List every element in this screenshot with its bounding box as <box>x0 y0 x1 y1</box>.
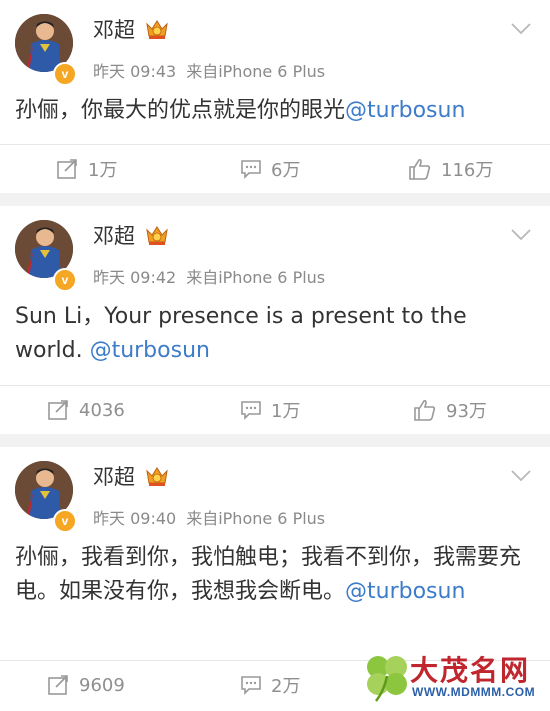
post-text: 孙俪，你最大的优点就是你的眼光 <box>15 98 346 123</box>
verified-badge: v <box>53 268 77 292</box>
repost-count: 4036 <box>79 399 125 421</box>
like-button[interactable]: 93万 <box>413 386 487 434</box>
comment-count: 2万 <box>271 676 301 697</box>
post-content: Sun Li，Your presence is a present to the… <box>0 300 550 368</box>
weibo-post[interactable]: v 邓超 昨天 09:42 来自iPhone 6 Plus Sun Li，Your… <box>0 206 550 434</box>
action-bar: 4036 1万 93万 <box>0 385 550 434</box>
comment-button[interactable]: 1万 <box>240 386 300 434</box>
comment-count: 6万 <box>271 160 301 181</box>
mention-link[interactable]: @turbosun <box>90 338 210 363</box>
site-watermark: 大茂名网 WWW.MDMMM.COM <box>362 651 550 705</box>
like-icon <box>409 158 431 180</box>
author-name[interactable]: 邓超 <box>93 461 135 491</box>
repost-icon <box>48 400 68 420</box>
repost-count: 9609 <box>79 674 125 696</box>
crown-badge-icon <box>146 20 168 39</box>
post-meta: 昨天 09:40 来自iPhone 6 Plus <box>93 505 325 529</box>
comment-button[interactable]: 2万 <box>240 661 300 709</box>
chevron-down-icon[interactable] <box>510 22 532 36</box>
watermark-title: 大茂名网 <box>410 654 531 687</box>
post-content: 孙俪，我看到你，我怕触电；我看不到你，我需要充电。如果没有你，我想我会断电。@t… <box>0 541 550 609</box>
crown-badge-icon <box>146 467 168 486</box>
post-meta: 昨天 09:43 来自iPhone 6 Plus <box>93 58 325 82</box>
mention-link[interactable]: @turbosun <box>345 579 465 604</box>
weibo-post[interactable]: v 邓超 昨天 09:43 来自iPhone 6 Plus 孙俪，你最大的优点就是… <box>0 0 550 193</box>
author-name[interactable]: 邓超 <box>93 14 135 44</box>
post-time: 昨天 09:42 <box>93 268 177 287</box>
post-meta: 昨天 09:42 来自iPhone 6 Plus <box>93 264 325 288</box>
post-time: 昨天 09:40 <box>93 509 177 528</box>
crown-badge-icon <box>146 226 168 245</box>
like-count: 93万 <box>446 401 487 422</box>
post-source: 来自iPhone 6 Plus <box>186 62 326 81</box>
chevron-down-icon[interactable] <box>510 228 532 242</box>
like-icon <box>414 399 436 421</box>
repost-count: 1万 <box>88 160 118 181</box>
clover-logo-icon <box>367 656 407 702</box>
repost-icon <box>48 675 68 695</box>
like-button[interactable]: 116万 <box>408 145 493 193</box>
mention-link[interactable]: @turbosun <box>345 98 465 123</box>
repost-button[interactable]: 9609 <box>48 661 125 709</box>
comment-icon <box>241 160 261 179</box>
verified-badge: v <box>53 62 77 86</box>
post-text: Sun Li，Your presence is a present to the… <box>15 304 467 363</box>
comment-count: 1万 <box>271 401 301 422</box>
repost-button[interactable]: 1万 <box>57 145 117 193</box>
chevron-down-icon[interactable] <box>510 469 532 483</box>
comment-button[interactable]: 6万 <box>240 145 300 193</box>
post-time: 昨天 09:43 <box>93 62 177 81</box>
action-bar: 1万 6万 116万 <box>0 144 550 193</box>
post-source: 来自iPhone 6 Plus <box>186 509 326 528</box>
comment-icon <box>241 401 261 420</box>
post-source: 来自iPhone 6 Plus <box>186 268 326 287</box>
repost-icon <box>57 159 77 179</box>
author-name[interactable]: 邓超 <box>93 220 135 250</box>
post-content: 孙俪，你最大的优点就是你的眼光@turbosun <box>0 94 550 128</box>
comment-icon <box>241 676 261 695</box>
watermark-url: WWW.MDMMM.COM <box>412 685 536 699</box>
repost-button[interactable]: 4036 <box>48 386 125 434</box>
like-count: 116万 <box>441 160 494 181</box>
verified-badge: v <box>53 509 77 533</box>
